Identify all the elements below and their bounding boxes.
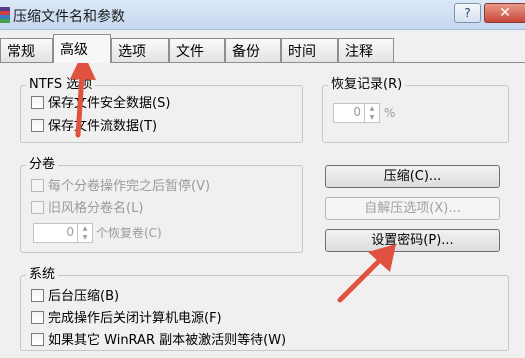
arrow-up-icon[interactable]: ▲ (78, 224, 92, 233)
arrow-down-icon[interactable]: ▼ (78, 233, 92, 242)
tab-strip: 常规 高级 选项 文件 备份 时间 注释 (0, 34, 525, 63)
old-style-names-checkbox[interactable]: 旧风格分卷名(L) (31, 200, 143, 218)
shutdown-after-checkbox[interactable]: 完成操作后关闭计算机电源(F) (31, 310, 222, 328)
window-title: 压缩文件名和参数 (13, 9, 125, 25)
tab-advanced[interactable]: 高级 (53, 34, 111, 63)
system-title: 系统 (26, 267, 59, 282)
recovery-record-title: 恢复记录(R) (328, 77, 406, 92)
checkbox-box[interactable] (31, 179, 44, 192)
checkbox-box[interactable] (31, 333, 44, 346)
tab-backup[interactable]: 备份 (225, 38, 281, 62)
compress-button[interactable]: 压缩(C)... (325, 165, 500, 188)
close-button[interactable]: ✕ (484, 3, 525, 23)
checkbox-box[interactable] (31, 289, 44, 302)
help-button[interactable]: ? (454, 3, 481, 23)
pause-after-volume-checkbox[interactable]: 每个分卷操作完之后暂停(V) (31, 178, 210, 196)
split-volumes-title: 分卷 (26, 157, 59, 172)
winrar-app-icon (0, 7, 10, 23)
arrow-down-icon[interactable]: ▼ (365, 113, 379, 122)
percent-unit: % (384, 106, 396, 120)
tab-time[interactable]: 时间 (281, 38, 338, 62)
checkbox-box[interactable] (31, 311, 44, 324)
tab-options[interactable]: 选项 (111, 38, 169, 62)
recovery-volumes-spinner[interactable]: 0 ▲ ▼ (33, 223, 93, 243)
save-security-checkbox[interactable]: 保存文件安全数据(S) (31, 95, 170, 113)
arrow-up-icon[interactable]: ▲ (365, 104, 379, 113)
spinner-arrows[interactable]: ▲ ▼ (77, 224, 92, 242)
checkbox-box[interactable] (31, 201, 44, 214)
tab-files[interactable]: 文件 (169, 38, 225, 62)
checkbox-box[interactable] (31, 96, 44, 109)
spinner-arrows[interactable]: ▲ ▼ (364, 104, 379, 122)
recovery-percent-spinner[interactable]: 0 ▲ ▼ (333, 103, 380, 123)
recovery-volumes-label: 个恢复卷(C) (96, 226, 162, 240)
tab-general[interactable]: 常规 (0, 38, 53, 62)
sfx-options-button[interactable]: 自解压选项(X)... (325, 197, 500, 220)
wait-other-winrar-checkbox[interactable]: 如果其它 WinRAR 副本被激活则等待(W) (31, 332, 286, 350)
checkbox-box[interactable] (31, 119, 44, 132)
save-streams-checkbox[interactable]: 保存文件流数据(T) (31, 118, 157, 136)
background-compress-checkbox[interactable]: 后台压缩(B) (31, 288, 119, 306)
title-bar: 压缩文件名和参数 ? ✕ (0, 0, 525, 30)
tab-comment[interactable]: 注释 (338, 38, 394, 62)
set-password-button[interactable]: 设置密码(P)... (325, 229, 500, 252)
ntfs-options-title: NTFS 选项 (26, 77, 96, 92)
